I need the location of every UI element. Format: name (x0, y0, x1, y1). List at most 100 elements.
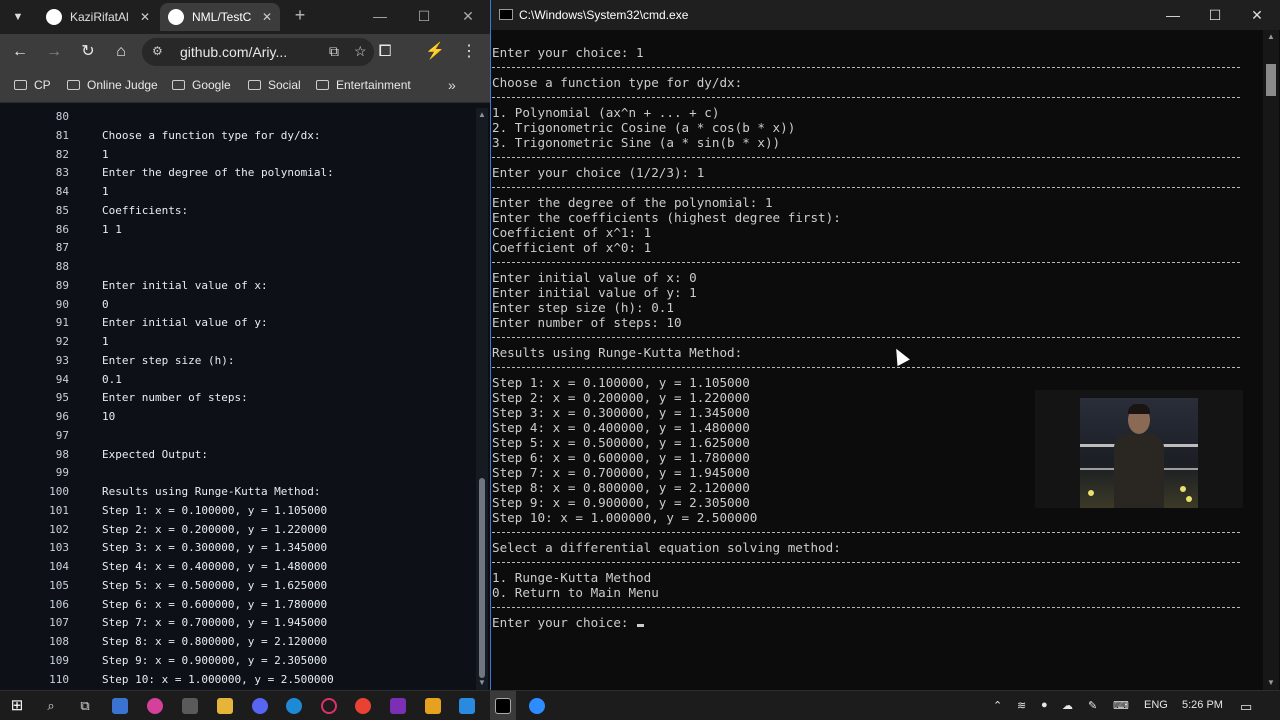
tab-kazirifat[interactable]: KaziRifatAl ✕ (38, 3, 158, 31)
close-icon[interactable]: ✕ (140, 10, 150, 24)
folder-icon (172, 80, 185, 90)
minimize-icon[interactable]: — (1153, 3, 1193, 27)
back-arrow-icon[interactable]: ← (9, 41, 31, 63)
address-bar[interactable]: ⚙ github.com/Ariy... ⧉ ☆ (142, 38, 374, 66)
search-icon[interactable]: ⌕ (40, 695, 62, 717)
console-text: Enter the degree of the polynomial: 1 (492, 195, 773, 210)
install-app-icon[interactable]: ⧉ (329, 43, 339, 60)
code-line: 84 1 (0, 183, 474, 201)
app-icon[interactable] (182, 698, 198, 714)
vscode-icon[interactable] (459, 698, 475, 714)
code-line: 87 (0, 239, 474, 257)
line-number: 94 (55, 372, 69, 386)
bookmark-folder-cp[interactable]: CP (14, 78, 51, 92)
maximize-icon[interactable]: ☐ (406, 4, 442, 28)
cmd-taskbar-icon[interactable] (495, 698, 511, 714)
home-icon[interactable]: ⌂ (110, 41, 132, 63)
cloud-icon[interactable]: ☁ (1062, 699, 1073, 712)
line-text: 1 1 (102, 222, 122, 236)
console-line: Enter your choice: 1 (492, 45, 644, 60)
line-text: 1 (102, 335, 109, 348)
light-dot (1180, 486, 1186, 492)
console-text: Step 5: x = 0.500000, y = 1.625000 (492, 435, 750, 450)
console-text: Step 10: x = 1.000000, y = 2.500000 (492, 510, 758, 525)
site-info-icon[interactable]: ⚙ (152, 44, 163, 58)
bookmark-folder-online-judge[interactable]: Online Judge (67, 78, 158, 92)
profile-extension-icon[interactable]: ⚡ (424, 41, 446, 63)
reload-icon[interactable]: ↻ (77, 41, 99, 63)
kebab-menu-icon[interactable]: ⋮ (458, 41, 480, 63)
console-scrollbar[interactable]: ▲ ▼ (1263, 30, 1279, 690)
line-number: 81 (55, 128, 69, 142)
console-text: Results using Runge-Kutta Method: (492, 345, 743, 360)
windows-start-icon[interactable]: ⊞ (6, 695, 28, 717)
line-text: 1 (102, 185, 109, 198)
code-line: 101 Step 1: x = 0.100000, y = 1.105000 (0, 502, 474, 520)
close-icon[interactable]: ✕ (262, 10, 272, 24)
console-text: Enter number of steps: 10 (492, 315, 682, 330)
close-window-icon[interactable]: ✕ (450, 4, 486, 28)
browser-window: ▼ KaziRifatAl ✕ NML/TestC ✕ + — ☐ ✕ ← → … (0, 0, 490, 690)
zoom-icon[interactable] (529, 698, 545, 714)
clock[interactable]: 5:26 PM (1182, 699, 1223, 711)
scrollbar-thumb[interactable] (479, 478, 485, 678)
bookmark-star-icon[interactable]: ☆ (354, 43, 367, 60)
separator-line (492, 607, 1240, 608)
line-number: 105 (49, 578, 69, 592)
line-text: Step 3: x = 0.300000, y = 1.345000 (102, 541, 328, 555)
bookmark-folder-social[interactable]: Social (248, 78, 301, 92)
extensions-icon[interactable]: ⧠ (374, 41, 396, 63)
code-viewer: 80 81 Choose a function type for dy/dx: 82 1… (0, 108, 474, 690)
close-window-icon[interactable]: ✕ (1237, 3, 1277, 27)
scroll-up-arrow-icon[interactable]: ▲ (1263, 32, 1279, 41)
app-icon[interactable] (147, 698, 163, 714)
edge-icon[interactable] (286, 698, 302, 714)
code-line: 86 1 1 (0, 221, 474, 239)
console-line: 0. Return to Main Menu (492, 585, 659, 600)
more-bookmarks-chevron-icon[interactable]: » (448, 77, 456, 93)
chrome-icon[interactable] (355, 698, 371, 714)
input-prompt[interactable]: Enter your choice: (492, 615, 645, 630)
scrollbar-thumb[interactable] (1266, 64, 1276, 96)
new-tab-plus-icon[interactable]: + (290, 5, 310, 25)
code-line: 103 Step 3: x = 0.300000, y = 1.345000 (0, 539, 474, 557)
task-view-icon[interactable]: ⧉ (74, 695, 96, 717)
code-scrollbar[interactable]: ▲ ▼ (476, 108, 488, 690)
language-indicator[interactable]: ENG (1144, 699, 1168, 711)
opera-icon[interactable] (321, 698, 337, 714)
line-text: Enter initial value of y: (102, 316, 268, 330)
maximize-icon[interactable]: ☐ (1195, 3, 1235, 27)
tab-nml-testcase[interactable]: NML/TestC ✕ (160, 3, 280, 31)
browser-toolbar: ← → ↻ ⌂ ⚙ github.com/Ariy... ⧉ ☆ ⧠ ⚡ ⋮ (0, 34, 490, 70)
console-output[interactable]: Enter your choice: 1 Choose a function ty… (491, 30, 1263, 690)
light-dot (1186, 496, 1192, 502)
bookmark-folder-google[interactable]: Google (172, 78, 231, 92)
discord-icon[interactable] (252, 698, 268, 714)
cmd-window: C:\Windows\System32\cmd.exe — ☐ ✕ Enter … (490, 0, 1280, 690)
console-line: Coefficient of x^1: 1 (492, 225, 651, 240)
microphone-icon[interactable]: ● (1041, 699, 1048, 711)
scroll-up-arrow-icon[interactable]: ▲ (476, 110, 488, 119)
scroll-down-arrow-icon[interactable]: ▼ (1263, 678, 1279, 687)
keyboard-icon[interactable]: ⌨ (1113, 699, 1129, 712)
line-text: Enter initial value of x: (102, 278, 268, 292)
code-line: 97 (0, 427, 474, 445)
minimize-icon[interactable]: — (362, 4, 398, 28)
separator-line (492, 262, 1240, 263)
scroll-down-arrow-icon[interactable]: ▼ (476, 678, 488, 687)
wifi-icon[interactable]: ≋ (1017, 699, 1026, 712)
forward-arrow-icon[interactable]: → (43, 41, 65, 63)
microsoft-store-icon[interactable] (112, 698, 128, 714)
sublime-text-icon[interactable] (425, 698, 441, 714)
chevron-up-icon[interactable]: ⌃ (993, 699, 1002, 712)
line-number: 100 (49, 485, 69, 498)
notification-icon[interactable]: ▭ (1240, 699, 1252, 715)
pen-icon[interactable]: ✎ (1088, 699, 1097, 712)
tab-search-chevron-icon[interactable]: ▼ (8, 7, 28, 27)
console-text: Step 2: x = 0.200000, y = 1.220000 (492, 390, 750, 405)
bookmark-folder-entertainment[interactable]: Entertainment (316, 78, 411, 92)
console-line: Step 9: x = 0.900000, y = 2.305000 (492, 495, 750, 510)
file-explorer-icon[interactable] (217, 698, 233, 714)
line-number: 108 (49, 635, 69, 648)
onenote-icon[interactable] (390, 698, 406, 714)
